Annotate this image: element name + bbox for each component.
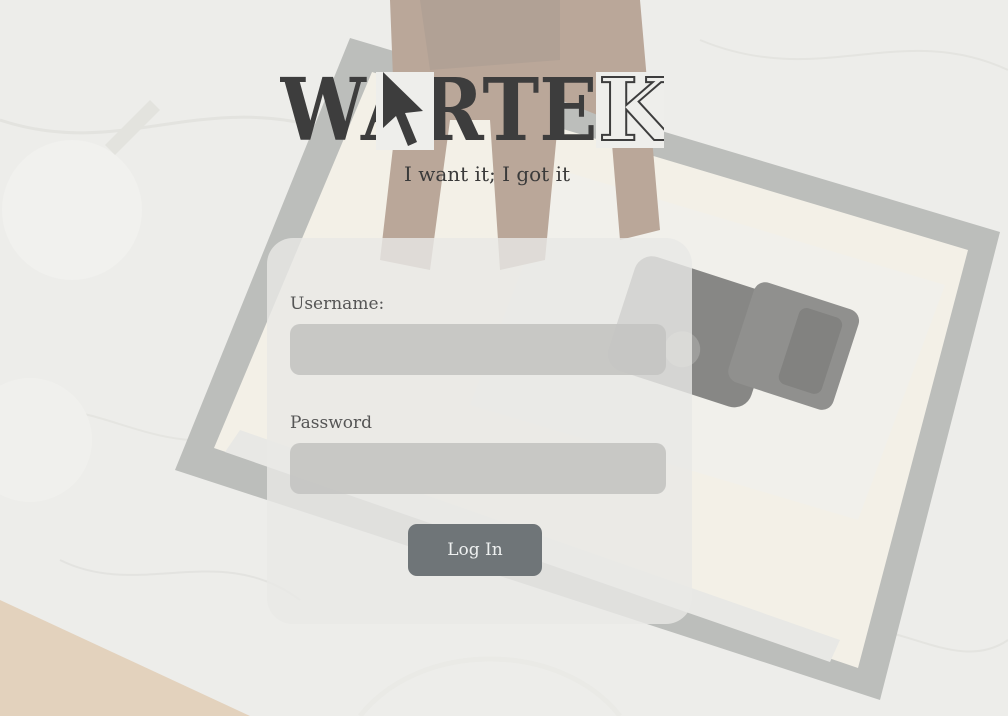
logo-k-outline: K [598, 66, 664, 158]
login-button[interactable]: Log In [408, 524, 542, 576]
password-input[interactable] [290, 443, 666, 494]
username-label: Username: [290, 294, 385, 314]
wartek-logo: WARTEK K [280, 66, 664, 158]
login-card: Username: Password Log In [267, 238, 692, 624]
username-input[interactable] [290, 324, 666, 375]
tagline: I want it; I got it [403, 162, 571, 186]
login-page: WARTEK K I want it; I got it Username: P… [0, 0, 1008, 716]
password-label: Password [290, 413, 373, 433]
